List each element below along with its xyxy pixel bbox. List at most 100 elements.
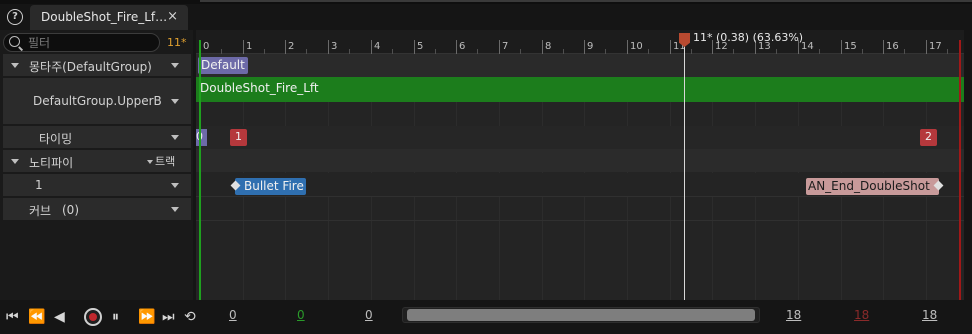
ruler-tick-label: 15 bbox=[844, 41, 857, 52]
notify-end-label: AN_End_DoubleShot bbox=[808, 179, 930, 193]
time-ruler[interactable]: 0 1 2 3 4 5 6 7 8 9 10 11 12 13 14 15 16 17 bbox=[196, 30, 964, 54]
playback-controls: ⏮ ⏪ ◀ ⏸ ⏩ ⏭ ⟲ bbox=[4, 306, 196, 330]
pause-icon[interactable]: ⏸ bbox=[112, 308, 119, 326]
notify-header-lane bbox=[196, 149, 964, 172]
lane-divider bbox=[196, 196, 964, 197]
notify-bullet-fire[interactable]: Bullet Fire bbox=[230, 178, 306, 195]
loop-icon[interactable]: ⟲ bbox=[184, 308, 196, 326]
chevron-down-icon[interactable] bbox=[171, 99, 179, 104]
ruler-tick bbox=[670, 40, 671, 54]
ruler-tick-label: 1 bbox=[246, 41, 253, 52]
montage-group-label: 몽타주(DefaultGroup) bbox=[29, 60, 152, 74]
timing-marker-2[interactable]: 2 bbox=[920, 129, 937, 146]
total-frames[interactable]: 18 bbox=[922, 308, 937, 322]
chevron-down-icon bbox=[147, 160, 153, 164]
curves-label: 커브 bbox=[29, 204, 52, 218]
ruler-tick-label: 7 bbox=[502, 41, 509, 52]
add-track-label: 트랙 bbox=[155, 155, 176, 168]
scrollbar-thumb[interactable] bbox=[407, 309, 755, 321]
collapse-arrow-icon[interactable] bbox=[11, 63, 19, 68]
help-icon[interactable]: ? bbox=[7, 9, 23, 25]
current-frame-badge: 11* bbox=[167, 36, 187, 49]
ruler-tick bbox=[328, 40, 329, 54]
search-icon bbox=[9, 36, 20, 47]
timeline-panel[interactable]: 0 1 2 3 4 5 6 7 8 9 10 11 12 13 14 15 16 17 Default Doubl… bbox=[196, 30, 964, 300]
ruler-tick-label: 17 bbox=[929, 41, 942, 52]
step-forward-icon[interactable]: ⏩ bbox=[138, 308, 155, 326]
to-start-icon[interactable]: ⏮ bbox=[6, 308, 19, 326]
ruler-tick-label: 9 bbox=[587, 41, 594, 52]
top-divider bbox=[200, 0, 972, 2]
ruler-tick-label: 0 bbox=[203, 41, 210, 52]
add-track-button[interactable]: 트랙 bbox=[147, 153, 175, 169]
out-point-frame[interactable]: 18 bbox=[854, 308, 869, 322]
ruler-tick-label: 3 bbox=[331, 41, 338, 52]
timing-label: 타이밍 bbox=[39, 132, 73, 146]
montage-lane bbox=[196, 54, 964, 77]
search-input[interactable] bbox=[28, 35, 153, 50]
transport-bar: ⏮ ⏪ ◀ ⏸ ⏩ ⏭ ⟲ 0 0 0 18 18 18 bbox=[0, 300, 972, 334]
curves-row[interactable]: 커브 (0) bbox=[3, 198, 191, 220]
montage-group-row[interactable]: 몽타주(DefaultGroup) bbox=[3, 54, 191, 76]
lane-divider bbox=[196, 220, 964, 221]
track-list-panel: 11* 몽타주(DefaultGroup) DefaultGroup.Upper… bbox=[0, 30, 193, 300]
notify-bullet-fire-label: Bullet Fire bbox=[244, 179, 304, 193]
chevron-down-icon[interactable] bbox=[171, 63, 179, 68]
slot-name: DefaultGroup.UpperB bbox=[33, 94, 162, 108]
ruler-tick bbox=[243, 40, 244, 54]
ruler-tick bbox=[584, 40, 585, 54]
ruler-tick-label: 4 bbox=[374, 41, 381, 52]
slot-row[interactable]: DefaultGroup.UpperB bbox=[3, 78, 191, 124]
play-reverse-icon[interactable]: ◀ bbox=[54, 308, 65, 326]
playhead-label: 11* (0.38) (63.63%) bbox=[693, 31, 804, 44]
ruler-tick bbox=[414, 40, 415, 54]
record-button[interactable] bbox=[84, 308, 102, 326]
ruler-tick-label: 16 bbox=[886, 41, 899, 52]
timing-lane bbox=[196, 126, 964, 149]
step-back-icon[interactable]: ⏪ bbox=[28, 308, 45, 326]
in-point-frame[interactable]: 0 bbox=[297, 308, 305, 322]
search-box[interactable] bbox=[3, 33, 160, 52]
chevron-down-icon[interactable] bbox=[171, 183, 179, 188]
ruler-tick-label: 8 bbox=[545, 41, 552, 52]
curves-count: (0) bbox=[62, 203, 79, 217]
current-frame[interactable]: 0 bbox=[365, 308, 373, 322]
timing-marker-1[interactable]: 1 bbox=[230, 129, 247, 146]
to-end-icon[interactable]: ⏭ bbox=[162, 308, 175, 326]
start-marker-line bbox=[199, 40, 201, 300]
timing-row[interactable]: 타이밍 bbox=[3, 126, 191, 148]
collapse-arrow-icon[interactable] bbox=[11, 159, 19, 164]
chevron-down-icon[interactable] bbox=[171, 135, 179, 140]
playhead-line[interactable] bbox=[684, 44, 685, 300]
timeline-scrollbar[interactable] bbox=[402, 307, 760, 323]
ruler-tick bbox=[841, 40, 842, 54]
notify-track-label: 1 bbox=[35, 178, 43, 192]
ruler-tick-label: 5 bbox=[417, 41, 424, 52]
ruler-tick-label: 10 bbox=[630, 41, 643, 52]
tab-bar: ? DoubleShot_Fire_Lf… × bbox=[0, 4, 972, 30]
slot-clip-label[interactable]: DoubleShot_Fire_Lft bbox=[200, 81, 319, 95]
ruler-tick bbox=[627, 40, 628, 54]
ruler-tick bbox=[285, 40, 286, 54]
close-icon[interactable]: × bbox=[167, 9, 178, 24]
chevron-down-icon[interactable] bbox=[171, 207, 179, 212]
section-default[interactable]: Default bbox=[198, 57, 248, 74]
ruler-tick bbox=[499, 40, 500, 54]
notify-group-row[interactable]: 노티파이 트랙 bbox=[3, 150, 191, 172]
ruler-tick bbox=[926, 40, 927, 54]
view-end-frame[interactable]: 18 bbox=[786, 308, 801, 322]
notify-label: 노티파이 bbox=[29, 156, 74, 170]
timing-marker-0[interactable]: 0 bbox=[196, 129, 207, 146]
ruler-tick bbox=[371, 40, 372, 54]
tab-asset[interactable]: DoubleShot_Fire_Lf… × bbox=[30, 5, 188, 30]
ruler-tick-label: 2 bbox=[288, 41, 295, 52]
ruler-tick bbox=[883, 40, 884, 54]
ruler-tick-label: 6 bbox=[459, 41, 466, 52]
ruler-tick bbox=[456, 40, 457, 54]
end-marker-line bbox=[959, 40, 961, 300]
ruler-tick bbox=[542, 40, 543, 54]
tab-title: DoubleShot_Fire_Lf… bbox=[41, 10, 168, 24]
notify-track-row[interactable]: 1 bbox=[3, 174, 191, 196]
view-start-frame[interactable]: 0 bbox=[229, 308, 237, 322]
notify-end-doubleshot[interactable]: AN_End_DoubleShot bbox=[806, 178, 944, 195]
